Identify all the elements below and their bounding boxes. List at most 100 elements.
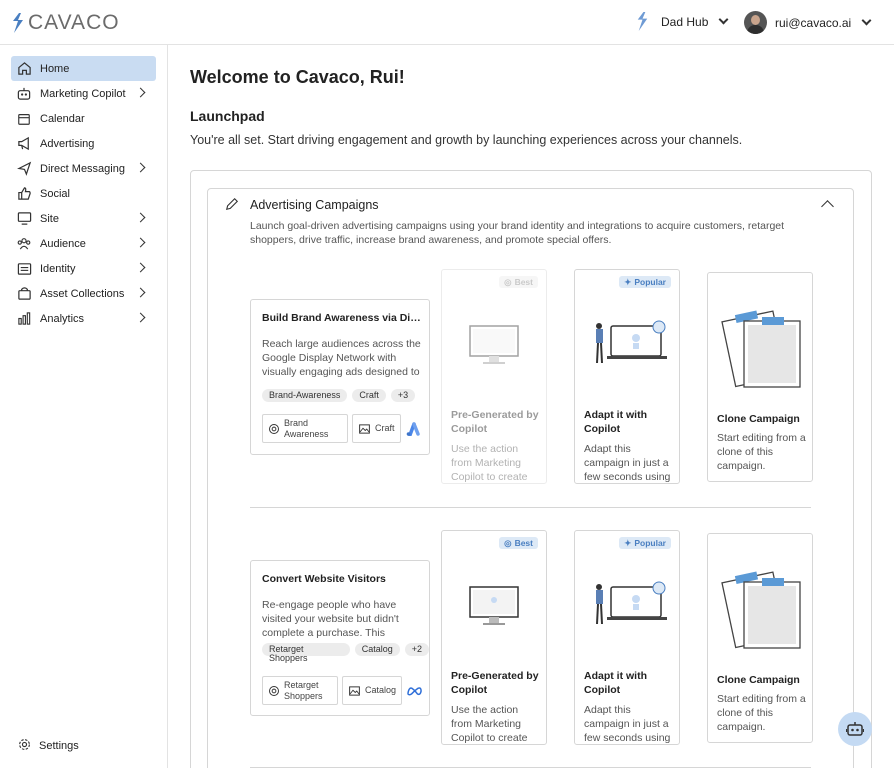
option-description: Start editing from a clone of this campa… bbox=[717, 432, 806, 472]
chip-label: Brand Awareness bbox=[284, 417, 329, 439]
sidebar-item-label: Advertising bbox=[40, 137, 95, 150]
monitor-illustration-icon bbox=[469, 325, 519, 364]
tag-more[interactable]: +2 bbox=[404, 643, 429, 656]
launchpad-description: You're all set. Start driving engagement… bbox=[190, 133, 743, 147]
option-pregenerated-card[interactable]: ◎ Best Pre-Generated by Copilot Use the a… bbox=[441, 530, 547, 745]
chevron-right-icon bbox=[135, 162, 146, 173]
campaign-tags: Retarget Shoppers Catalog +2 bbox=[262, 643, 429, 663]
workspace-selector[interactable]: Dad Hub bbox=[636, 12, 729, 31]
sidebar-item-social[interactable]: Social bbox=[11, 181, 156, 206]
tag-more[interactable]: +3 bbox=[390, 389, 416, 402]
bag-icon bbox=[16, 286, 32, 302]
option-pregenerated-card[interactable]: ◎ Best Pre-Generated by Copilot Use the a… bbox=[441, 269, 547, 484]
calendar-icon bbox=[16, 111, 32, 127]
home-icon bbox=[16, 61, 32, 77]
gear-icon bbox=[18, 738, 31, 754]
option-title: Adapt it with Copilot bbox=[584, 409, 647, 435]
sidebar-item-label: Marketing Copilot bbox=[40, 87, 126, 100]
sidebar-item-label: Audience bbox=[40, 237, 86, 250]
medal-icon: ◎ bbox=[504, 277, 512, 287]
sidebar-item-home[interactable]: Home bbox=[11, 56, 156, 81]
option-description: Adapt this campaign in just a few second… bbox=[584, 443, 671, 483]
sparkle-icon: ✦ bbox=[624, 277, 632, 287]
option-description: Use the action from Marketing Copilot to… bbox=[451, 704, 528, 744]
launchpad-title: Launchpad bbox=[190, 108, 265, 124]
copilot-chat-button[interactable] bbox=[838, 712, 872, 746]
sidebar-item-marketing-copilot[interactable]: Marketing Copilot bbox=[11, 81, 156, 106]
chevron-down-icon bbox=[861, 15, 872, 26]
medal-icon: ◎ bbox=[504, 538, 512, 548]
settings-label: Settings bbox=[39, 740, 79, 752]
chevron-right-icon bbox=[135, 212, 146, 223]
sidebar-item-site[interactable]: Site bbox=[11, 206, 156, 231]
goal-chip: Retarget Shoppers bbox=[262, 676, 338, 705]
sidebar: Home Marketing Copilot Calendar Advertis… bbox=[0, 45, 168, 768]
copilot-illustration-icon bbox=[596, 581, 667, 625]
option-adapt-card[interactable]: ✦ Popular Adapt it with Copilot Adapt thi… bbox=[574, 269, 680, 484]
avatar bbox=[744, 11, 767, 34]
workspace-bolt-icon bbox=[637, 12, 648, 31]
app-header: CAVACO Dad Hub rui@cavaco.ai bbox=[0, 0, 894, 45]
copilot-illustration-icon bbox=[596, 320, 667, 364]
sidebar-item-label: Social bbox=[40, 187, 70, 200]
chevron-down-icon bbox=[718, 14, 729, 25]
logo[interactable]: CAVACO bbox=[12, 11, 120, 35]
option-clone-card[interactable]: Clone Campaign Start editing from a clon… bbox=[707, 533, 813, 743]
send-icon bbox=[16, 161, 32, 177]
popular-badge: ✦ Popular bbox=[619, 276, 671, 288]
best-badge: ◎ Best bbox=[499, 276, 538, 288]
monitor-illustration-icon bbox=[469, 586, 519, 625]
tag: Retarget Shoppers bbox=[262, 643, 350, 663]
monitor-icon bbox=[16, 211, 32, 227]
option-title: Pre-Generated by Copilot bbox=[451, 409, 539, 435]
sidebar-item-label: Home bbox=[40, 62, 70, 75]
tag: Brand-Awareness bbox=[262, 389, 348, 402]
sidebar-item-calendar[interactable]: Calendar bbox=[11, 106, 156, 131]
sidebar-item-identity[interactable]: Identity bbox=[11, 256, 156, 281]
user-email: rui@cavaco.ai bbox=[775, 15, 852, 30]
option-description: Start editing from a clone of this campa… bbox=[717, 693, 806, 733]
logo-text: CAVACO bbox=[28, 11, 120, 34]
meta-icon bbox=[407, 686, 422, 696]
cavaco-logo-icon bbox=[13, 13, 23, 33]
id-card-icon bbox=[16, 261, 32, 277]
chip-label: Craft bbox=[375, 423, 395, 433]
campaign-card-convert-visitors[interactable]: Convert Website Visitors Re-engage peopl… bbox=[250, 560, 430, 716]
badge-label: Popular bbox=[634, 538, 666, 548]
sidebar-item-settings[interactable]: Settings bbox=[18, 738, 79, 754]
sparkle-icon: ✦ bbox=[624, 538, 632, 548]
pencil-icon bbox=[225, 197, 239, 211]
sidebar-item-advertising[interactable]: Advertising bbox=[11, 131, 156, 156]
option-description: Adapt this campaign in just a few second… bbox=[584, 704, 671, 744]
chip-label: Catalog bbox=[365, 685, 397, 695]
option-description: Use the action from Marketing Copilot to… bbox=[451, 443, 528, 483]
workspace-name: Dad Hub bbox=[661, 14, 709, 29]
users-icon bbox=[16, 236, 32, 252]
campaign-title: Build Brand Awareness via Display bbox=[262, 312, 422, 324]
campaign-card-brand-awareness[interactable]: Build Brand Awareness via Display Reach … bbox=[250, 299, 430, 455]
option-clone-card[interactable]: Clone Campaign Start editing from a clon… bbox=[707, 272, 813, 482]
google-ads-icon bbox=[406, 421, 420, 436]
row-divider bbox=[250, 507, 811, 508]
target-icon bbox=[269, 685, 279, 696]
option-adapt-card[interactable]: ✦ Popular Adapt it with Copilot Adapt thi… bbox=[574, 530, 680, 745]
section-pencil-icon-wrap bbox=[225, 197, 239, 211]
campaign-title: Convert Website Visitors bbox=[262, 573, 386, 585]
sidebar-item-audience[interactable]: Audience bbox=[11, 231, 156, 256]
campaign-chips: Retarget Shoppers Catalog bbox=[262, 676, 423, 705]
option-title: Clone Campaign bbox=[717, 413, 800, 425]
sidebar-item-asset-collections[interactable]: Asset Collections bbox=[11, 281, 156, 306]
page-title: Welcome to Cavaco, Rui! bbox=[190, 67, 405, 87]
option-title: Adapt it with Copilot bbox=[584, 670, 647, 696]
sidebar-item-label: Asset Collections bbox=[40, 287, 125, 300]
sidebar-item-analytics[interactable]: Analytics bbox=[11, 306, 156, 331]
sidebar-nav: Home Marketing Copilot Calendar Advertis… bbox=[11, 56, 156, 331]
chevron-right-icon bbox=[135, 87, 146, 98]
badge-label: Popular bbox=[634, 277, 666, 287]
bar-chart-icon bbox=[16, 311, 32, 327]
user-menu[interactable]: rui@cavaco.ai bbox=[744, 11, 872, 34]
clipboard-illustration-icon bbox=[721, 571, 801, 649]
asset-chip: Craft bbox=[352, 414, 401, 443]
sidebar-item-direct-messaging[interactable]: Direct Messaging bbox=[11, 156, 156, 181]
popular-badge: ✦ Popular bbox=[619, 537, 671, 549]
